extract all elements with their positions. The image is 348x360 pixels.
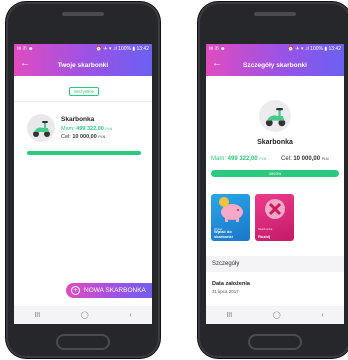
- screen-left: ✉ ✆ ☻ ⏰ ✈ ▾ .ıl 100% ▮ 13:42 ← Twoje ska…: [14, 44, 152, 324]
- scooter-icon: [259, 100, 291, 132]
- phone-right: ✉ ✆ ☻ ⏰ ✈ ▾ .ıl 100% ▮ 13:42 ← Szczegóły…: [198, 2, 348, 358]
- progress-bar: [27, 151, 141, 155]
- hardware-home-button[interactable]: [56, 334, 110, 350]
- piggy-bank-card[interactable]: Skarbonka Mam: 499 322,00 PLN Cel: 10 00…: [19, 104, 147, 174]
- app-bar: ← Twoje skarbonki: [14, 54, 152, 76]
- back-button[interactable]: ‹: [129, 312, 131, 319]
- app-bar: ← Szczegóły skarbonki: [206, 54, 344, 76]
- arrow-left-icon[interactable]: ←: [212, 59, 222, 69]
- card-current-amount: Mam: 499 322,00 PLN: [61, 126, 113, 132]
- plus-icon: +: [71, 286, 80, 295]
- header-right: ✉ ✆ ☻ ⏰ ✈ ▾ .ıl 100% ▮ 13:42 ← Szczegóły…: [206, 44, 344, 76]
- hardware-home-button[interactable]: [248, 334, 302, 350]
- home-button[interactable]: ◯: [81, 311, 89, 319]
- android-nav-bar: III ◯ ‹: [206, 306, 344, 324]
- progress-bar: 4993%: [211, 170, 339, 177]
- creation-date-label: Data założenia: [212, 281, 250, 287]
- status-bar: ✉ ✆ ☻ ⏰ ✈ ▾ .ıl 100% ▮ 13:42: [14, 44, 152, 54]
- status-bar: ✉ ✆ ☻ ⏰ ✈ ▾ .ıl 100% ▮ 13:42: [206, 44, 344, 54]
- card-goal-amount: Cel: 10 000,00 PLN: [61, 134, 106, 140]
- status-info: ⏰ ✈ ▾ .ıl 100% ▮ 13:42: [95, 46, 149, 52]
- android-nav-bar: III ◯ ‹: [14, 306, 152, 324]
- recent-apps-button[interactable]: III: [226, 312, 232, 319]
- scooter-icon: [27, 114, 55, 142]
- status-icons: ✉ ✆ ☻: [17, 46, 34, 52]
- piggy-bank-name: Skarbonka: [257, 139, 293, 146]
- page-title: Szczegóły skarbonki: [243, 61, 307, 69]
- close-icon: [265, 199, 285, 219]
- status-info: ⏰ ✈ ▾ .ıl 100% ▮ 13:42: [287, 46, 341, 52]
- header-left: ✉ ✆ ☻ ⏰ ✈ ▾ .ıl 100% ▮ 13:42 ← Twoje ska…: [14, 44, 152, 76]
- phone-left: ✉ ✆ ☻ ⏰ ✈ ▾ .ıl 100% ▮ 13:42 ← Twoje ska…: [6, 2, 160, 358]
- screen-right: ✉ ✆ ☻ ⏰ ✈ ▾ .ıl 100% ▮ 13:42 ← Szczegóły…: [206, 44, 344, 324]
- recent-apps-button[interactable]: III: [34, 312, 40, 319]
- deposit-tile[interactable]: Wpłać Wpłać do skarbonki: [211, 194, 250, 241]
- creation-date-value: 31 lipca 2017: [212, 289, 239, 294]
- section-header: Szczegóły: [206, 256, 344, 272]
- deposit-label: Wpłać do skarbonki: [214, 229, 233, 239]
- home-button[interactable]: ◯: [273, 311, 281, 319]
- filter-all-button[interactable]: Wszystkie: [69, 87, 99, 96]
- tile-caption: Skarbonka: [258, 227, 273, 231]
- piggy-bank-icon: [219, 197, 243, 222]
- break-label: Rozbij: [258, 233, 270, 239]
- arrow-left-icon[interactable]: ←: [20, 59, 30, 69]
- page-title: Twoje skarbonki: [57, 61, 109, 69]
- current-amount: Mam: 499 322,00 PLN: [211, 156, 267, 162]
- new-piggy-bank-label: NOWA SKARBONKA: [84, 287, 146, 294]
- goal-amount: Cel: 10 000,00 PLN: [281, 156, 329, 162]
- divider: [14, 101, 152, 102]
- status-icons: ✉ ✆ ☻: [209, 46, 226, 52]
- speaker: [254, 12, 296, 16]
- break-tile[interactable]: Skarbonka Rozbij: [255, 194, 294, 241]
- card-title: Skarbonka: [61, 116, 95, 123]
- back-button[interactable]: ‹: [321, 312, 323, 319]
- speaker: [62, 12, 104, 16]
- new-piggy-bank-button[interactable]: + NOWA SKARBONKA: [66, 283, 152, 298]
